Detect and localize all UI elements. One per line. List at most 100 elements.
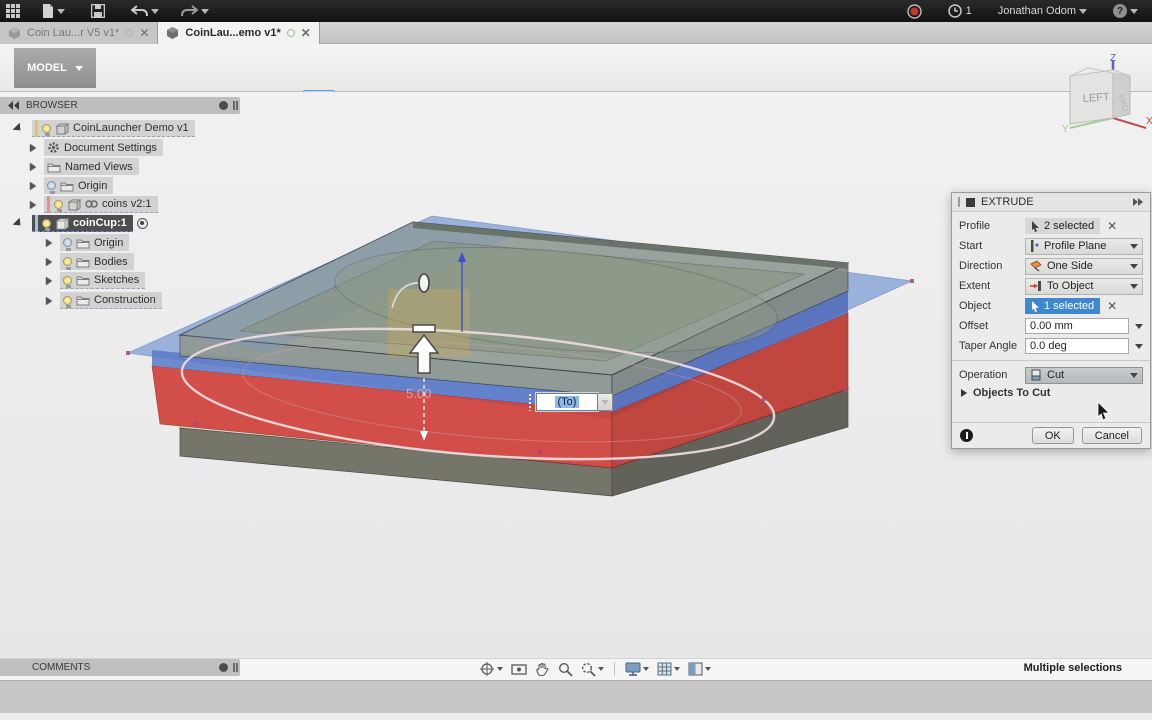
visibility-bulb-icon[interactable] bbox=[63, 296, 72, 305]
cancel-button[interactable]: Cancel bbox=[1082, 427, 1142, 444]
extrude-dialog-header[interactable]: EXTRUDE bbox=[952, 193, 1150, 212]
visibility-bulb-icon[interactable] bbox=[63, 257, 72, 266]
viewcube[interactable]: LEFT FRO Z X Y bbox=[1058, 52, 1152, 136]
expand-arrow-icon[interactable] bbox=[46, 239, 52, 247]
offset-dropdown-icon[interactable] bbox=[1135, 324, 1143, 329]
pan-tool[interactable] bbox=[532, 659, 553, 679]
tree-row-coincup-origin[interactable]: Origin bbox=[46, 234, 129, 251]
document-tab-1[interactable]: Coin Lau...r V5 v1* ✕ bbox=[0, 22, 158, 44]
offset-input[interactable]: 0.00 mm bbox=[1025, 318, 1129, 334]
tree-row-origin[interactable]: Origin bbox=[30, 177, 113, 194]
expand-arrow-icon[interactable] bbox=[46, 297, 52, 305]
direction-value: One Side bbox=[1047, 260, 1093, 272]
operation-dropdown[interactable]: Cut bbox=[1025, 367, 1143, 384]
drag-dots-icon[interactable] bbox=[528, 393, 533, 411]
start-dropdown[interactable]: Profile Plane bbox=[1025, 238, 1143, 255]
comments-panel-header[interactable]: COMMENTS bbox=[0, 659, 240, 676]
extent-input-value: (To) bbox=[555, 396, 580, 408]
expand-arrow-icon[interactable] bbox=[30, 163, 36, 171]
profile-clear-icon[interactable]: ✕ bbox=[1107, 221, 1117, 231]
workspace-label: MODEL bbox=[27, 62, 67, 74]
tree-label: Origin bbox=[78, 180, 107, 192]
dialog-grip-icon[interactable] bbox=[958, 197, 960, 207]
tab-close-icon[interactable]: ✕ bbox=[139, 28, 149, 38]
profile-selection-chip[interactable]: 2 selected bbox=[1025, 218, 1100, 234]
help-menu[interactable]: ? bbox=[1107, 0, 1144, 22]
extent-value: To Object bbox=[1047, 280, 1093, 292]
tab-sync-icon bbox=[125, 29, 133, 37]
component-icon bbox=[55, 122, 69, 135]
start-value: Profile Plane bbox=[1044, 240, 1106, 252]
user-menu[interactable]: Jonathan Odom bbox=[992, 0, 1093, 22]
taper-dropdown-icon[interactable] bbox=[1135, 344, 1143, 349]
tree-row-coincup-selected[interactable]: coinCup:1 bbox=[14, 215, 148, 232]
viewports-settings[interactable] bbox=[685, 659, 714, 679]
expand-arrow-icon[interactable] bbox=[13, 217, 24, 228]
expand-arrow-icon[interactable] bbox=[30, 201, 36, 209]
expand-arrow-icon[interactable] bbox=[13, 122, 24, 133]
status-message: Multiple selections bbox=[1024, 662, 1122, 674]
visibility-bulb-icon[interactable] bbox=[54, 200, 63, 209]
taper-input[interactable]: 0.0 deg bbox=[1025, 338, 1129, 354]
object-selection-chip[interactable]: 1 selected bbox=[1025, 298, 1100, 314]
offset-label: Offset bbox=[959, 320, 1025, 332]
extent-input[interactable]: (To) bbox=[536, 393, 598, 411]
grid-settings[interactable] bbox=[654, 659, 683, 679]
panel-grip-icon[interactable] bbox=[233, 663, 235, 672]
panel-grip-icon[interactable] bbox=[233, 101, 235, 110]
object-clear-icon[interactable]: ✕ bbox=[1107, 301, 1117, 311]
cancel-label: Cancel bbox=[1095, 430, 1129, 442]
tree-row-document-settings[interactable]: Document Settings bbox=[30, 139, 163, 156]
zoom-tool[interactable] bbox=[555, 659, 576, 679]
save-icon[interactable] bbox=[85, 0, 111, 22]
rotate-handle[interactable] bbox=[419, 274, 429, 292]
zoom-window-tool[interactable] bbox=[578, 659, 607, 679]
selection-bar bbox=[47, 196, 50, 213]
objects-to-cut-expander[interactable]: Objects To Cut bbox=[952, 385, 1150, 401]
document-tab-2-active[interactable]: CoinLau...emo v1* ✕ bbox=[158, 22, 319, 44]
activate-component-radio[interactable] bbox=[137, 218, 148, 229]
panel-opacity-icon[interactable] bbox=[219, 663, 228, 672]
redo-icon[interactable] bbox=[175, 0, 215, 22]
browser-panel-header[interactable]: BROWSER bbox=[0, 97, 240, 114]
visibility-bulb-icon[interactable] bbox=[42, 219, 51, 228]
visibility-bulb-icon[interactable] bbox=[63, 276, 72, 285]
ok-button[interactable]: OK bbox=[1032, 427, 1074, 444]
tree-row-sketches[interactable]: Sketches bbox=[46, 272, 145, 289]
cut-operation-icon bbox=[1030, 369, 1042, 381]
tab-close-icon[interactable]: ✕ bbox=[301, 28, 311, 38]
extent-dropdown[interactable]: To Object bbox=[1025, 278, 1143, 295]
tree-row-bodies[interactable]: Bodies bbox=[46, 253, 134, 270]
expand-arrow-icon[interactable] bbox=[46, 258, 52, 266]
panel-opacity-icon[interactable] bbox=[219, 101, 228, 110]
record-icon[interactable] bbox=[901, 0, 928, 22]
tree-row-named-views[interactable]: Named Views bbox=[30, 158, 139, 175]
app-grid-icon[interactable] bbox=[0, 0, 26, 22]
collapse-panel-icon[interactable] bbox=[8, 101, 20, 110]
display-settings[interactable] bbox=[622, 659, 652, 679]
visibility-bulb-icon[interactable] bbox=[42, 124, 51, 133]
extent-input-dropdown[interactable] bbox=[598, 393, 613, 411]
profile-row: Profile 2 selected ✕ bbox=[952, 216, 1150, 236]
info-icon[interactable] bbox=[960, 429, 973, 442]
extent-limit-bar[interactable] bbox=[413, 325, 435, 332]
tree-row-coins-v2[interactable]: coins v2:1 bbox=[30, 196, 158, 213]
undo-icon[interactable] bbox=[125, 0, 165, 22]
offset-row: Offset 0.00 mm bbox=[952, 316, 1150, 336]
orbit-tool[interactable] bbox=[476, 659, 506, 679]
expand-arrow-icon[interactable] bbox=[30, 182, 36, 190]
link-icon bbox=[85, 199, 98, 209]
direction-dropdown[interactable]: One Side bbox=[1025, 258, 1143, 275]
tree-row-construction[interactable]: Construction bbox=[46, 292, 162, 309]
dialog-dock-icon[interactable] bbox=[1132, 198, 1144, 206]
history-clock-icon[interactable]: 1 bbox=[942, 0, 978, 22]
visibility-bulb-icon[interactable] bbox=[63, 238, 72, 247]
workspace-selector[interactable]: MODEL bbox=[14, 48, 96, 88]
expand-arrow-icon[interactable] bbox=[46, 277, 52, 285]
operation-row: Operation Cut bbox=[952, 365, 1150, 385]
file-menu-icon[interactable] bbox=[36, 0, 71, 22]
tree-row-root[interactable]: CoinLauncher Demo v1 bbox=[14, 120, 195, 137]
expand-arrow-icon[interactable] bbox=[30, 144, 36, 152]
look-at-tool[interactable] bbox=[508, 659, 530, 679]
visibility-bulb-icon[interactable] bbox=[47, 181, 56, 190]
